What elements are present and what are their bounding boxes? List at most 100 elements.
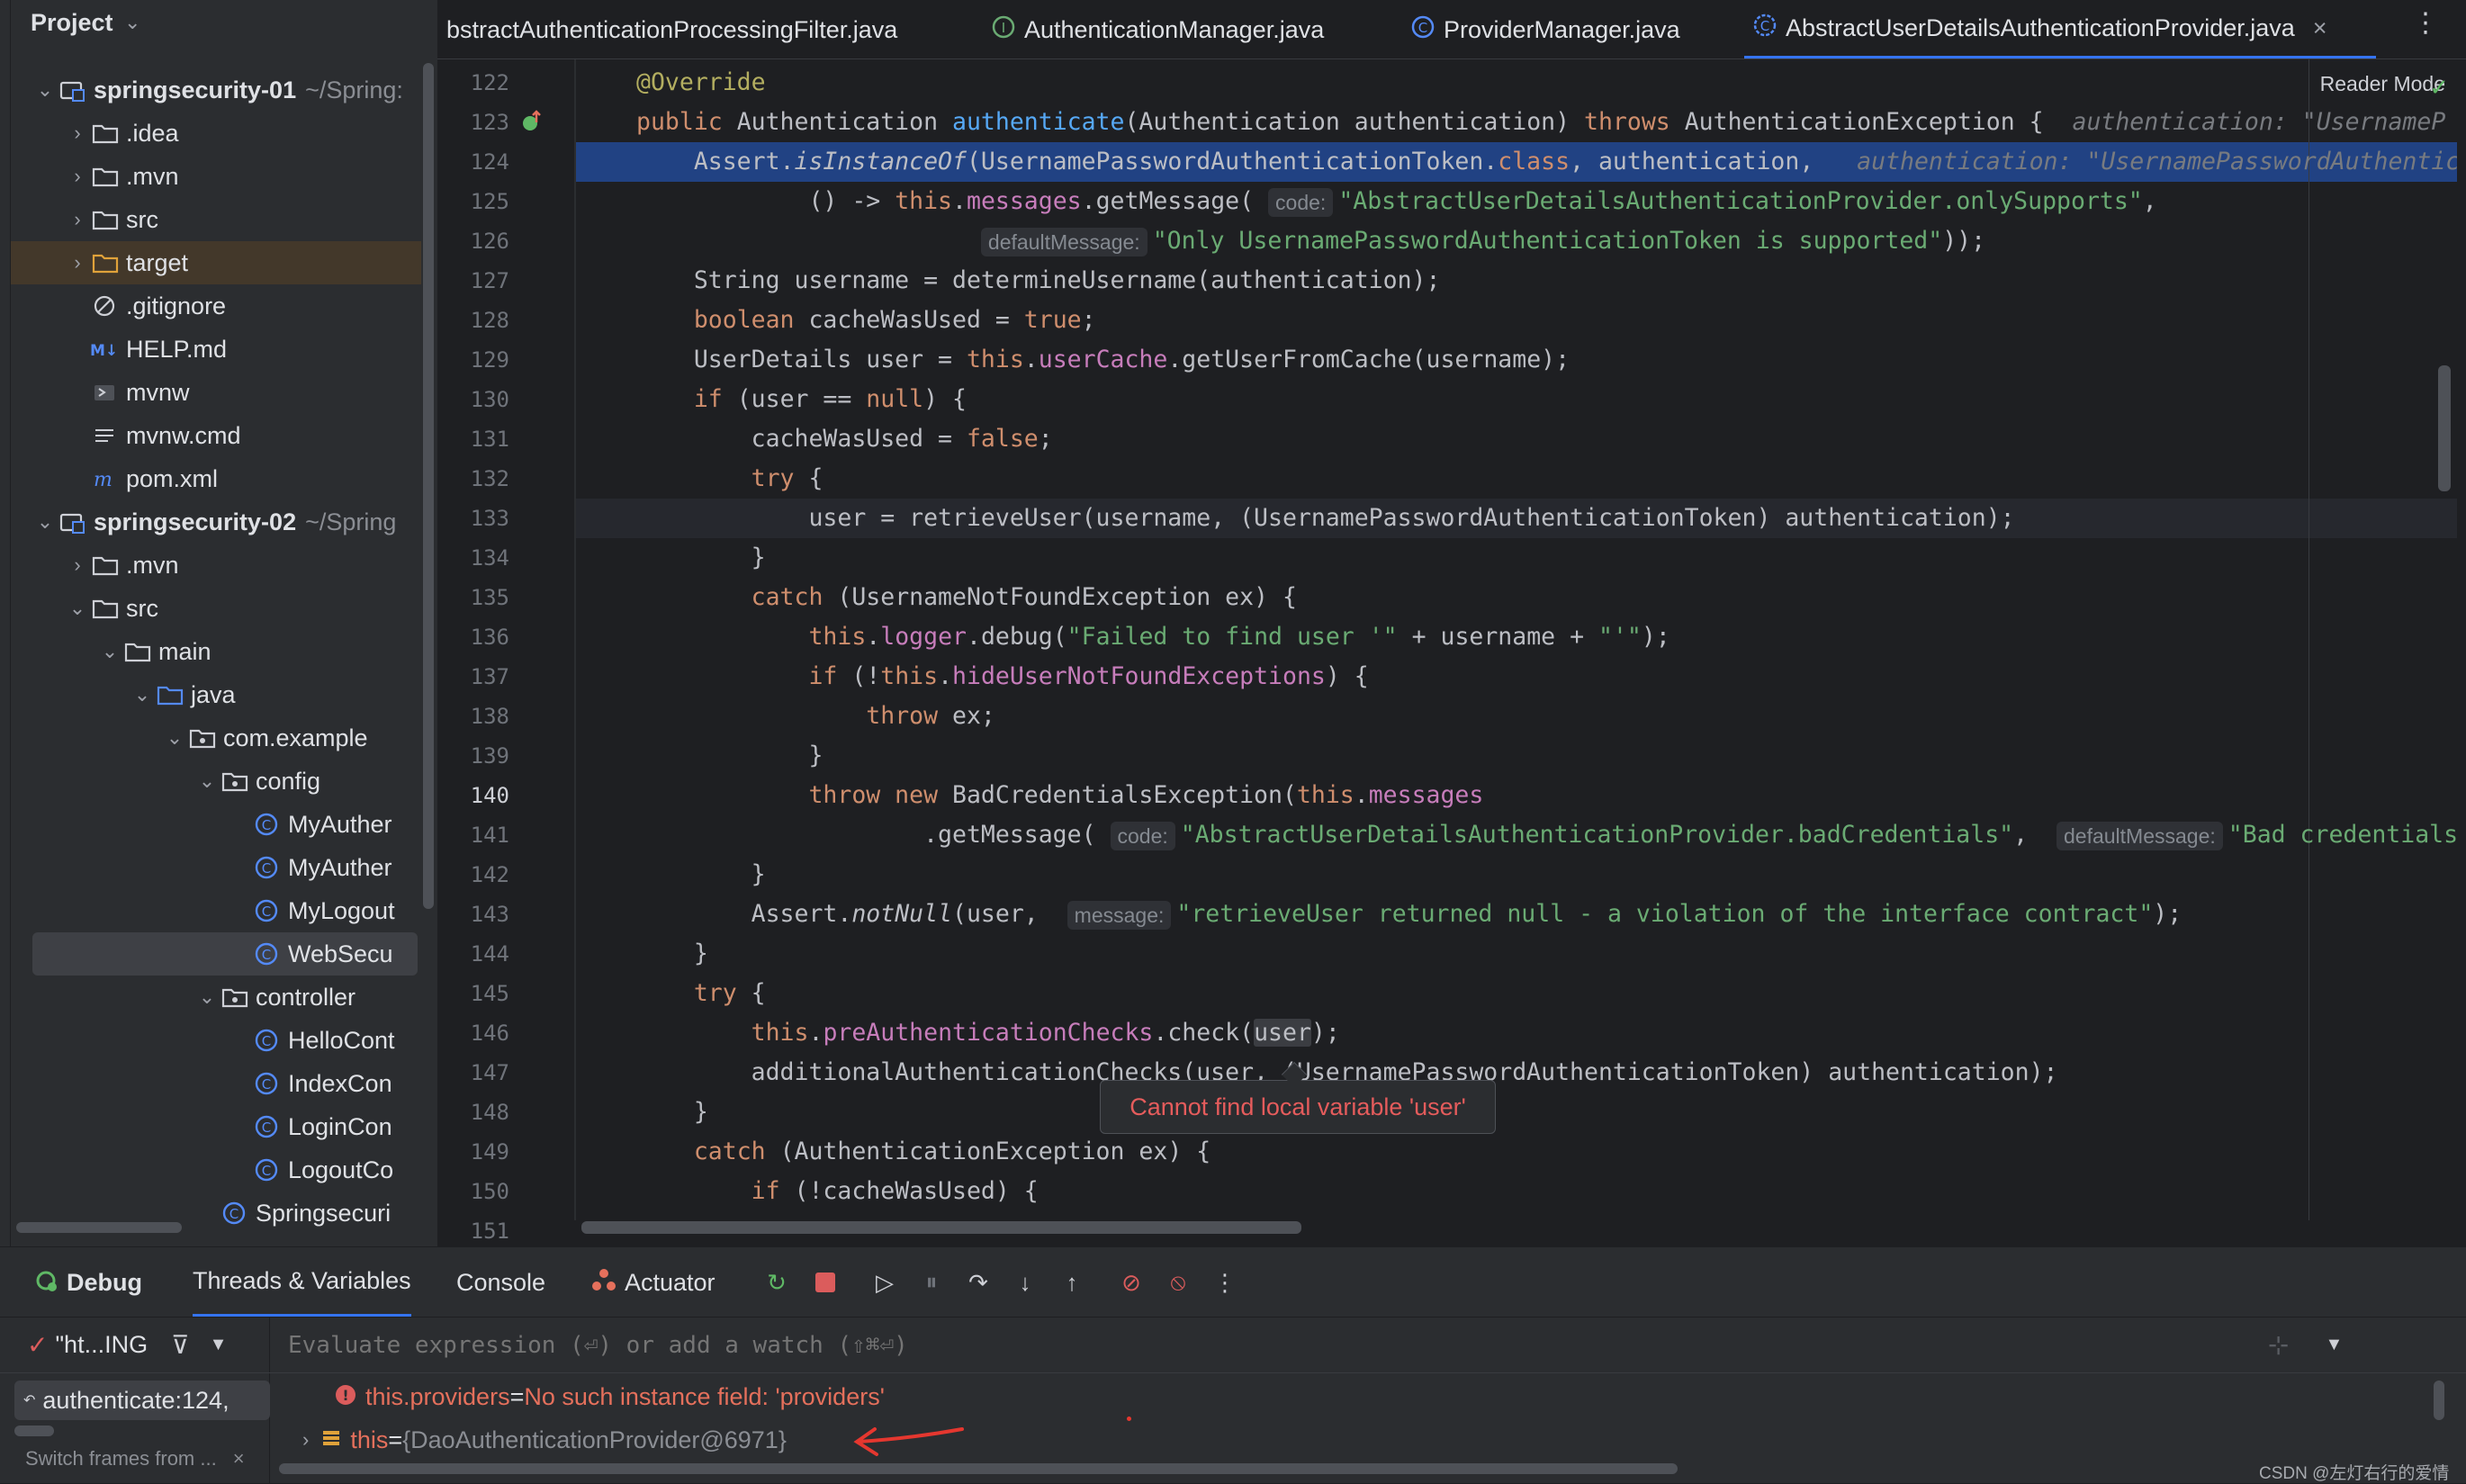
chevron-down-icon[interactable]: ▼: [2325, 1335, 2343, 1355]
chevron-down-icon[interactable]: ⌄: [97, 640, 122, 663]
filter-icon[interactable]: ⊽: [171, 1330, 190, 1360]
tree-item-controller[interactable]: ⌄ controller: [0, 976, 421, 1019]
frame-label: authenticate:124,: [42, 1386, 230, 1414]
tree-item-mvn[interactable]: › .mvn: [0, 544, 421, 587]
step-over-icon[interactable]: ↷: [963, 1267, 994, 1298]
step-out-icon[interactable]: ↑: [1057, 1267, 1087, 1298]
tree-vertical-scrollbar[interactable]: [423, 63, 434, 909]
code-editor[interactable]: @Override public Authentication authenti…: [574, 59, 2457, 1220]
tab-debug[interactable]: Debug: [32, 1247, 142, 1318]
tree-item-websecu[interactable]: C WebSecu: [32, 932, 418, 976]
evaluate-expression-input[interactable]: [288, 1331, 2250, 1359]
tree-item-idea[interactable]: › .idea: [0, 112, 421, 155]
tree-item-src[interactable]: › src: [0, 198, 421, 241]
tree-item-java[interactable]: ⌄ java: [0, 673, 421, 716]
tree-item-gitignore[interactable]: .gitignore: [0, 284, 421, 328]
tab-console[interactable]: Console: [456, 1247, 545, 1318]
reader-mode-toggle[interactable]: Reader Mode: [2256, 72, 2445, 96]
tree-item-logincon[interactable]: C LoginCon: [0, 1105, 421, 1148]
tree-horizontal-scrollbar[interactable]: [16, 1222, 182, 1233]
chevron-right-icon[interactable]: ›: [65, 208, 90, 231]
chevron-right-icon[interactable]: ›: [65, 251, 90, 274]
project-header[interactable]: Project ⌄: [0, 0, 437, 50]
variable-row[interactable]: ! this.providers = No such instance fiel…: [335, 1379, 885, 1415]
tree-item-target[interactable]: › target: [0, 241, 421, 284]
chevron-right-icon[interactable]: ›: [65, 165, 90, 188]
tree-item-mvnw[interactable]: mvnw: [0, 371, 421, 414]
chevron-down-icon[interactable]: ⌄: [162, 726, 187, 750]
tree-item-src[interactable]: ⌄ src: [0, 587, 421, 630]
tree-item-label: main: [158, 637, 212, 665]
tree-item-hellocont[interactable]: C HelloCont: [0, 1019, 421, 1062]
chevron-right-icon[interactable]: ›: [65, 553, 90, 577]
tree-item-logoutco[interactable]: C LogoutCo: [0, 1148, 421, 1192]
tree-item-mvnw-cmd[interactable]: mvnw.cmd: [0, 414, 421, 457]
tree-item-label: IndexCon: [288, 1069, 392, 1097]
field-icon: [321, 1428, 341, 1453]
editor-horizontal-scrollbar[interactable]: [581, 1221, 1301, 1234]
line-number: 134: [470, 545, 509, 571]
chevron-down-icon[interactable]: ⌄: [194, 769, 220, 793]
chevron-down-icon[interactable]: ⌄: [32, 78, 58, 102]
check-mark-icon[interactable]: ✓: [2422, 74, 2449, 102]
chevron-right-icon[interactable]: ›: [302, 1428, 309, 1452]
view-breakpoints-icon[interactable]: ⊘: [1116, 1267, 1147, 1298]
switch-frames-hint[interactable]: Switch frames from ... ×: [25, 1447, 245, 1471]
tree-item-com-example[interactable]: ⌄ com.example: [0, 716, 421, 760]
class-icon: C: [252, 1028, 283, 1053]
rerun-icon[interactable]: ↻: [761, 1267, 792, 1298]
tab-threads-variables[interactable]: Threads & Variables: [193, 1247, 411, 1318]
tree-item-pom-xml[interactable]: m pom.xml: [0, 457, 421, 500]
tree-item-main[interactable]: ⌄ main: [0, 630, 421, 673]
tooltip-text: Cannot find local variable 'user': [1130, 1093, 1466, 1120]
folder-icon: [90, 596, 121, 621]
more-icon[interactable]: ⋮: [1210, 1267, 1240, 1298]
stop-icon[interactable]: [810, 1267, 841, 1298]
tree-item-myauther[interactable]: C MyAuther: [0, 803, 421, 846]
chevron-down-icon[interactable]: ▼: [210, 1335, 228, 1355]
chevron-right-icon[interactable]: ›: [65, 121, 90, 145]
chevron-down-icon[interactable]: ⌄: [32, 510, 58, 534]
thread-selector[interactable]: ✓ "ht...ING ⊽ ▼: [0, 1318, 270, 1373]
resume-icon[interactable]: ▷: [869, 1267, 900, 1298]
editor-gutter[interactable]: 122 123 124 125 126 127 128 129 130 131 132 133 134 1…: [437, 59, 574, 1244]
tree-item-springsecurity-01[interactable]: ⌄ springsecurity-01 ~/Spring:: [0, 68, 421, 112]
tab-actuator[interactable]: Actuator: [590, 1247, 716, 1318]
tab-label: Console: [456, 1268, 546, 1296]
tab-authentication-manager[interactable]: I AuthenticationManager.java: [992, 0, 1324, 58]
close-icon[interactable]: ×: [2313, 14, 2327, 42]
tree-item-help-md[interactable]: M↓ HELP.md: [0, 328, 421, 371]
code-line-149: catch (AuthenticationException ex) {: [693, 1138, 1211, 1165]
tree-item-config[interactable]: ⌄ config: [0, 760, 421, 803]
variables-horizontal-scrollbar[interactable]: [279, 1463, 1678, 1474]
tree-item-mylogout[interactable]: C MyLogout: [0, 889, 421, 932]
tree-item-indexcon[interactable]: C IndexCon: [0, 1062, 421, 1105]
line-number: 141: [470, 823, 509, 848]
close-icon[interactable]: ×: [233, 1447, 245, 1470]
tree-item-springsecurity-02[interactable]: ⌄ springsecurity-02 ~/Spring: [0, 500, 421, 544]
tab-label: bstractAuthenticationProcessingFilter.ja…: [446, 15, 898, 43]
chevron-down-icon[interactable]: ⌄: [130, 683, 155, 706]
frames-scrollbar[interactable]: [14, 1426, 54, 1436]
tab-abstract-authentication-processing-filter[interactable]: bstractAuthenticationProcessingFilter.ja…: [446, 0, 898, 58]
tab-provider-manager[interactable]: C ProviderManager.java: [1411, 0, 1680, 58]
tree-item-myauther[interactable]: C MyAuther: [0, 846, 421, 889]
variable-row[interactable]: › this = {DaoAuthenticationProvider@6971…: [302, 1422, 787, 1458]
chevron-down-icon[interactable]: ⌄: [65, 597, 90, 620]
variables-vertical-scrollbar[interactable]: [2434, 1381, 2444, 1420]
more-icon[interactable]: ⋮: [2412, 7, 2439, 39]
package-icon: [220, 769, 250, 794]
implements-override-icon[interactable]: [520, 110, 545, 139]
editor-vertical-scrollbar[interactable]: [2438, 365, 2451, 491]
package-icon: [187, 725, 218, 751]
chevron-down-icon[interactable]: ⌄: [124, 11, 140, 34]
pause-icon[interactable]: ⏸: [916, 1267, 947, 1298]
mute-breakpoints-icon[interactable]: ⦸: [1163, 1267, 1193, 1298]
add-watch-icon[interactable]: ⊹: [2268, 1330, 2289, 1360]
frame-item[interactable]: ↶ authenticate:124,: [14, 1381, 270, 1420]
chevron-down-icon[interactable]: ⌄: [194, 985, 220, 1009]
tab-abstract-user-details-authentication-provider[interactable]: C AbstractUserDetailsAuthenticationProvi…: [1744, 0, 2376, 58]
step-into-icon[interactable]: ↓: [1010, 1267, 1040, 1298]
evaluate-expression-bar[interactable]: ⊹ ▼: [270, 1318, 2466, 1373]
tree-item-mvn[interactable]: › .mvn: [0, 155, 421, 198]
